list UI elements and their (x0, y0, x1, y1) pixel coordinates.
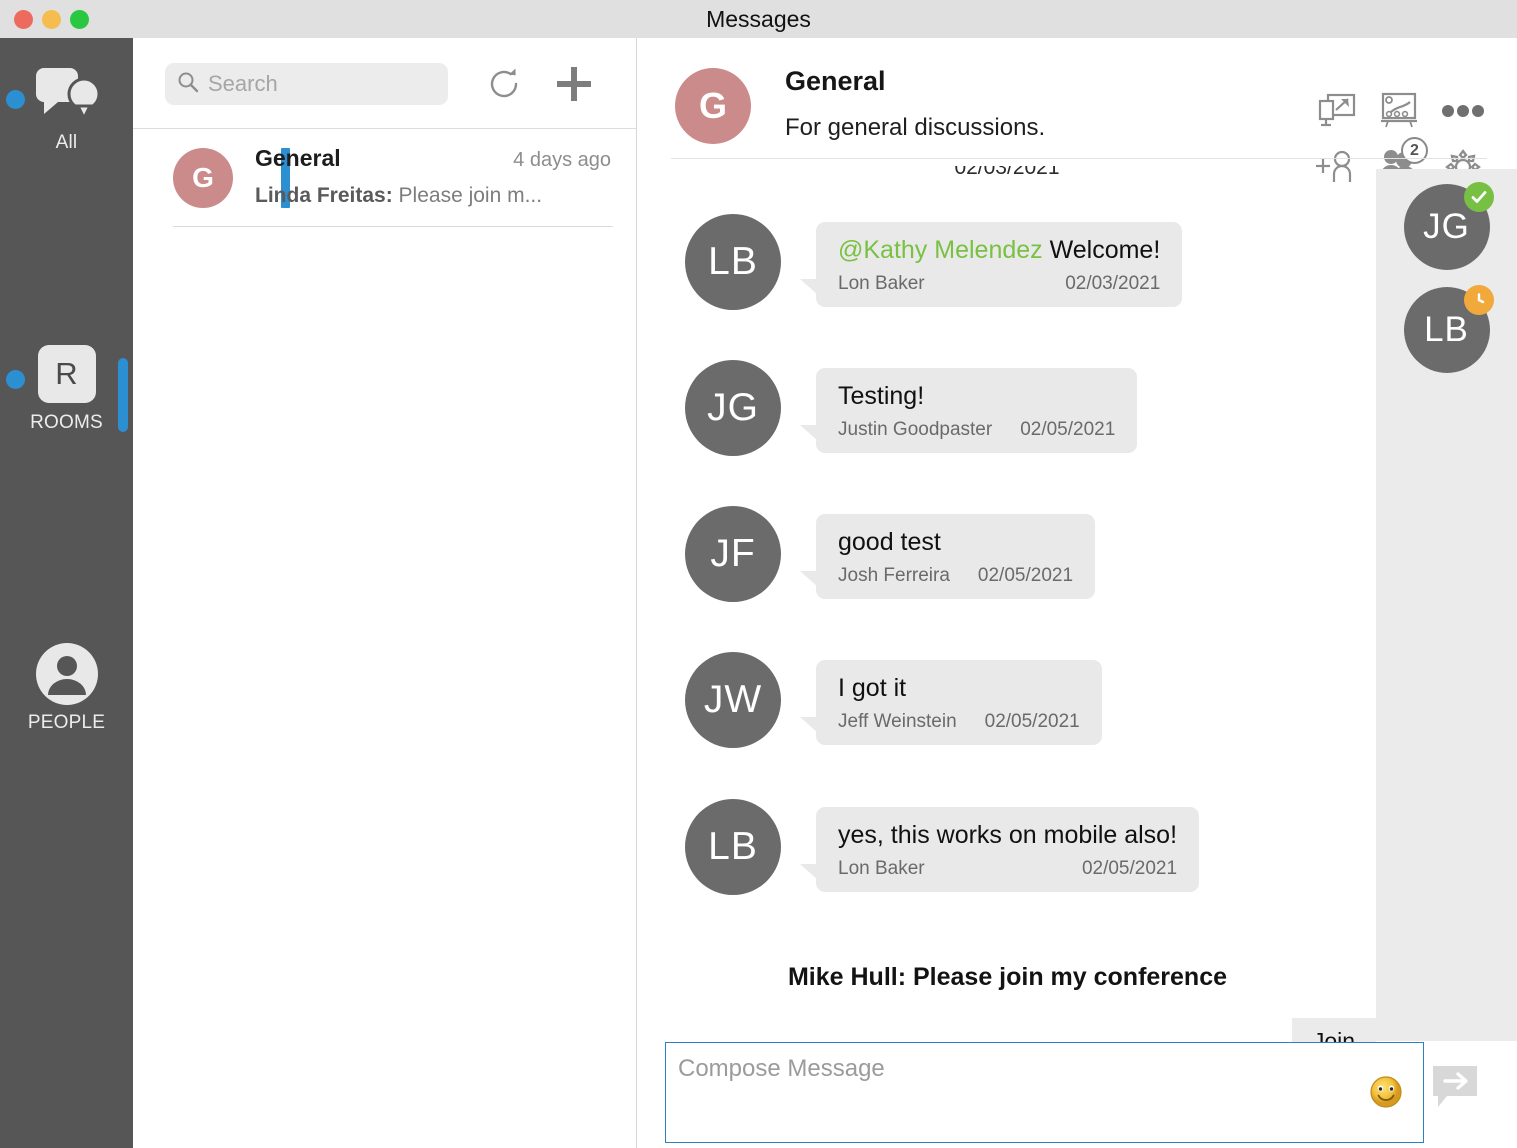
search-box[interactable] (165, 63, 448, 105)
presentation-icon[interactable] (1376, 88, 1422, 134)
smiley-icon[interactable] (1367, 1075, 1405, 1113)
rooms-tile-icon: R (0, 336, 133, 412)
member-panel: JG LB (1376, 169, 1517, 1041)
list-item[interactable]: G General 4 days ago Linda Freitas: Plea… (133, 129, 636, 227)
message-author: Josh Ferreira (838, 565, 950, 586)
message-body: Welcome! (1042, 236, 1161, 264)
message-bubble[interactable]: @Kathy Melendez Welcome! Lon Baker 02/03… (799, 222, 1183, 307)
header-divider (671, 158, 1487, 159)
message-text: I got it (838, 674, 907, 702)
message-text: yes, this works on mobile also! (838, 821, 1178, 849)
sidebar-item-label-people: PEOPLE (27, 712, 106, 733)
check-icon (1463, 182, 1494, 212)
send-arrow-icon[interactable] (1430, 1062, 1480, 1112)
message-text: @Kathy Melendez Welcome! (838, 236, 1160, 265)
sidebar-item-rooms[interactable]: R ROOMS (0, 318, 133, 458)
search-input[interactable] (208, 71, 423, 97)
message-bubble[interactable]: Testing! Justin Goodpaster 02/05/2021 (799, 368, 1138, 453)
rooms-toolbar (133, 38, 636, 129)
member-avatar-jg[interactable]: JG (1403, 182, 1494, 270)
room-preview-author: Linda Freitas: (255, 184, 393, 207)
refresh-icon[interactable] (480, 60, 528, 108)
message-author: Jeff Weinstein (838, 711, 957, 732)
message-text: Testing! (838, 382, 925, 410)
avatar: JF (685, 506, 781, 602)
sidebar-item-all[interactable]: All (0, 38, 133, 178)
message-meta: Lon Baker 02/05/2021 (838, 858, 1177, 880)
page-title: General (785, 66, 886, 96)
room-name: General (255, 145, 341, 171)
avatar: LB (685, 799, 781, 895)
message-meta: Jeff Weinstein 02/05/2021 (838, 711, 1080, 733)
nav-rail: All R ROOMS PEOPLE (0, 38, 133, 1148)
mention[interactable]: @Kathy Melendez (838, 236, 1043, 264)
message-bubble[interactable]: yes, this works on mobile also! Lon Bake… (799, 807, 1200, 892)
window-title: Messages (706, 6, 811, 32)
message-author: Justin Goodpaster (838, 419, 993, 440)
message-text: good test (838, 528, 941, 556)
message-date: 02/05/2021 (977, 565, 1074, 586)
message-date: 02/03/2021 (1065, 273, 1161, 294)
avatar: G (675, 68, 751, 144)
chat-bubbles-icon (0, 56, 133, 132)
member-avatar-lb[interactable]: LB (1403, 285, 1494, 373)
sidebar-item-label-rooms: ROOMS (30, 412, 103, 433)
member-initials: JG (1423, 207, 1470, 246)
more-options-icon[interactable] (1440, 88, 1486, 134)
window-titlebar: Messages (0, 0, 1517, 38)
member-initials: LB (1424, 310, 1469, 349)
sidebar-item-label-all: All (55, 132, 78, 153)
message-meta: Lon Baker 02/03/2021 (838, 273, 1160, 295)
invite-text: Mike Hull: Please join my conference (787, 963, 1228, 991)
message-bubble[interactable]: I got it Jeff Weinstein 02/05/2021 (800, 660, 1102, 745)
message-author: Lon Baker (838, 858, 925, 879)
message-author: Lon Baker (838, 273, 925, 294)
message-date: 02/05/2021 (1020, 419, 1116, 440)
avatar: JG (685, 360, 781, 456)
compose-input[interactable] (678, 1053, 1338, 1131)
compose-box[interactable] (665, 1042, 1424, 1143)
room-timestamp: 4 days ago (513, 149, 611, 171)
clock-icon (1463, 285, 1494, 315)
message-date: 02/05/2021 (984, 711, 1080, 732)
avatar: JW (685, 652, 781, 748)
message-meta: Justin Goodpaster 02/05/2021 (838, 419, 1115, 441)
sidebar-item-people[interactable]: PEOPLE (0, 618, 133, 758)
members-badge: 2 (1401, 137, 1428, 164)
chat-header: G General For general discussions. 2 (637, 38, 1517, 185)
chat-subtitle: For general discussions. (785, 114, 1046, 141)
rooms-tile-letter: R (37, 345, 96, 403)
message-meta: Josh Ferreira 02/05/2021 (838, 565, 1073, 587)
avatar: LB (685, 214, 781, 310)
room-preview: Linda Freitas: Please join m... (255, 184, 614, 208)
room-preview-text: Please join m... (392, 184, 543, 207)
screen-share-icon[interactable] (1314, 88, 1360, 134)
add-icon[interactable] (550, 60, 598, 108)
message-bubble[interactable]: good test Josh Ferreira 02/05/2021 (799, 514, 1096, 599)
list-divider (173, 226, 613, 227)
search-icon (177, 71, 199, 98)
avatar: G (173, 148, 233, 208)
message-date: 02/05/2021 (1081, 858, 1178, 879)
person-icon (0, 636, 133, 712)
rooms-list-column: G General 4 days ago Linda Freitas: Plea… (133, 38, 637, 1148)
date-divider: 02/03/2021 (954, 166, 1060, 179)
